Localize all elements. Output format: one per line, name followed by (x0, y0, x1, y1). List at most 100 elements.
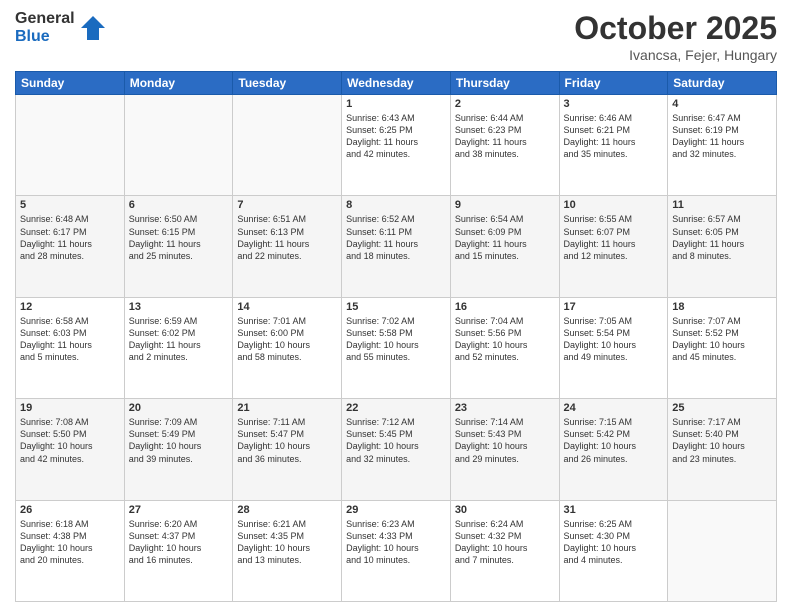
header: General Blue October 2025 Ivancsa, Fejer… (15, 10, 777, 63)
day-info: Sunrise: 6:20 AM Sunset: 4:37 PM Dayligh… (129, 518, 229, 567)
calendar-cell: 16 Sunrise: 7:04 AM Sunset: 5:56 PM Dayli… (450, 297, 559, 398)
day-number: 10 (564, 199, 664, 211)
day-number: 6 (129, 199, 229, 211)
calendar-cell: 1 Sunrise: 6:43 AM Sunset: 6:25 PM Daylig… (342, 95, 451, 196)
day-number: 19 (20, 402, 120, 414)
day-number: 9 (455, 199, 555, 211)
day-info: Sunrise: 7:12 AM Sunset: 5:45 PM Dayligh… (346, 416, 446, 465)
day-info: Sunrise: 7:15 AM Sunset: 5:42 PM Dayligh… (564, 416, 664, 465)
day-info: Sunrise: 6:46 AM Sunset: 6:21 PM Dayligh… (564, 112, 664, 161)
day-number: 29 (346, 504, 446, 516)
day-number: 30 (455, 504, 555, 516)
calendar-cell: 6Sunrise: 6:50 AM Sunset: 6:15 PM Daylig… (124, 196, 233, 297)
day-number: 1 (346, 98, 446, 110)
day-info: Sunrise: 7:09 AM Sunset: 5:49 PM Dayligh… (129, 416, 229, 465)
day-number: 27 (129, 504, 229, 516)
calendar-cell: 2Sunrise: 6:44 AM Sunset: 6:23 PM Daylig… (450, 95, 559, 196)
calendar-cell: 10 Sunrise: 6:55 AM Sunset: 6:07 PM Dayli… (559, 196, 668, 297)
calendar-cell: 13Sunrise: 6:59 AM Sunset: 6:02 PM Dayli… (124, 297, 233, 398)
calendar-cell: 31 Sunrise: 6:25 AM Sunset: 4:30 PM Dayli… (559, 500, 668, 601)
day-number: 4 (672, 98, 772, 110)
calendar-cell: 17 Sunrise: 7:05 AM Sunset: 5:54 PM Dayli… (559, 297, 668, 398)
calendar-title: October 2025 (574, 10, 777, 47)
day-info: Sunrise: 6:47 AM Sunset: 6:19 PM Dayligh… (672, 112, 772, 161)
day-number: 3 (564, 98, 664, 110)
calendar-cell: 18 Sunrise: 7:07 AM Sunset: 5:52 PM Dayli… (668, 297, 777, 398)
calendar-cell: 19Sunrise: 7:08 AM Sunset: 5:50 PM Dayli… (16, 399, 125, 500)
day-info: Sunrise: 7:04 AM Sunset: 5:56 PM Dayligh… (455, 315, 555, 364)
day-info: Sunrise: 7:07 AM Sunset: 5:52 PM Dayligh… (672, 315, 772, 364)
day-info: Sunrise: 6:18 AM Sunset: 4:38 PM Dayligh… (20, 518, 120, 567)
logo-general-text: General (15, 10, 75, 28)
calendar-cell: 25Sunrise: 7:17 AM Sunset: 5:40 PM Dayli… (668, 399, 777, 500)
header-sunday: Sunday (16, 72, 125, 95)
calendar-week-row: 26 Sunrise: 6:18 AM Sunset: 4:38 PM Dayli… (16, 500, 777, 601)
day-info: Sunrise: 7:11 AM Sunset: 5:47 PM Dayligh… (237, 416, 337, 465)
calendar-cell: 24 Sunrise: 7:15 AM Sunset: 5:42 PM Dayli… (559, 399, 668, 500)
calendar-cell (233, 95, 342, 196)
calendar-cell: 11 Sunrise: 6:57 AM Sunset: 6:05 PM Dayli… (668, 196, 777, 297)
day-info: Sunrise: 6:44 AM Sunset: 6:23 PM Dayligh… (455, 112, 555, 161)
calendar-cell: 20 Sunrise: 7:09 AM Sunset: 5:49 PM Dayli… (124, 399, 233, 500)
calendar-cell: 21Sunrise: 7:11 AM Sunset: 5:47 PM Dayli… (233, 399, 342, 500)
calendar-subtitle: Ivancsa, Fejer, Hungary (574, 47, 777, 63)
day-number: 14 (237, 301, 337, 313)
day-number: 26 (20, 504, 120, 516)
day-number: 25 (672, 402, 772, 414)
day-info: Sunrise: 6:25 AM Sunset: 4:30 PM Dayligh… (564, 518, 664, 567)
day-info: Sunrise: 6:51 AM Sunset: 6:13 PM Dayligh… (237, 213, 337, 262)
day-info: Sunrise: 6:55 AM Sunset: 6:07 PM Dayligh… (564, 213, 664, 262)
calendar-week-row: 5 Sunrise: 6:48 AM Sunset: 6:17 PM Daylig… (16, 196, 777, 297)
day-info: Sunrise: 6:57 AM Sunset: 6:05 PM Dayligh… (672, 213, 772, 262)
calendar-cell: 8Sunrise: 6:52 AM Sunset: 6:11 PM Daylig… (342, 196, 451, 297)
calendar-cell: 22 Sunrise: 7:12 AM Sunset: 5:45 PM Dayli… (342, 399, 451, 500)
day-number: 28 (237, 504, 337, 516)
day-info: Sunrise: 7:05 AM Sunset: 5:54 PM Dayligh… (564, 315, 664, 364)
calendar-cell: 15Sunrise: 7:02 AM Sunset: 5:58 PM Dayli… (342, 297, 451, 398)
day-number: 23 (455, 402, 555, 414)
weekday-header-row: Sunday Monday Tuesday Wednesday Thursday… (16, 72, 777, 95)
calendar-cell: 7 Sunrise: 6:51 AM Sunset: 6:13 PM Daylig… (233, 196, 342, 297)
calendar-week-row: 12 Sunrise: 6:58 AM Sunset: 6:03 PM Dayli… (16, 297, 777, 398)
day-info: Sunrise: 6:24 AM Sunset: 4:32 PM Dayligh… (455, 518, 555, 567)
day-number: 20 (129, 402, 229, 414)
calendar-page: General Blue October 2025 Ivancsa, Fejer… (0, 0, 792, 612)
header-friday: Friday (559, 72, 668, 95)
logo: General Blue (15, 10, 107, 45)
calendar-cell: 26 Sunrise: 6:18 AM Sunset: 4:38 PM Dayli… (16, 500, 125, 601)
day-number: 24 (564, 402, 664, 414)
calendar-cell (124, 95, 233, 196)
calendar-cell: 29 Sunrise: 6:23 AM Sunset: 4:33 PM Dayli… (342, 500, 451, 601)
title-section: October 2025 Ivancsa, Fejer, Hungary (574, 10, 777, 63)
calendar-cell: 27 Sunrise: 6:20 AM Sunset: 4:37 PM Dayli… (124, 500, 233, 601)
day-info: Sunrise: 6:43 AM Sunset: 6:25 PM Dayligh… (346, 112, 446, 161)
calendar-cell: 4 Sunrise: 6:47 AM Sunset: 6:19 PM Daylig… (668, 95, 777, 196)
calendar-cell: 9 Sunrise: 6:54 AM Sunset: 6:09 PM Daylig… (450, 196, 559, 297)
day-number: 16 (455, 301, 555, 313)
day-number: 15 (346, 301, 446, 313)
day-number: 22 (346, 402, 446, 414)
day-number: 17 (564, 301, 664, 313)
calendar-cell: 3 Sunrise: 6:46 AM Sunset: 6:21 PM Daylig… (559, 95, 668, 196)
calendar-cell: 28Sunrise: 6:21 AM Sunset: 4:35 PM Dayli… (233, 500, 342, 601)
day-number: 18 (672, 301, 772, 313)
day-info: Sunrise: 6:59 AM Sunset: 6:02 PM Dayligh… (129, 315, 229, 364)
header-saturday: Saturday (668, 72, 777, 95)
logo-icon (79, 14, 107, 42)
day-number: 7 (237, 199, 337, 211)
day-info: Sunrise: 6:58 AM Sunset: 6:03 PM Dayligh… (20, 315, 120, 364)
day-number: 12 (20, 301, 120, 313)
header-tuesday: Tuesday (233, 72, 342, 95)
day-number: 5 (20, 199, 120, 211)
day-info: Sunrise: 7:01 AM Sunset: 6:00 PM Dayligh… (237, 315, 337, 364)
day-info: Sunrise: 6:23 AM Sunset: 4:33 PM Dayligh… (346, 518, 446, 567)
day-info: Sunrise: 6:48 AM Sunset: 6:17 PM Dayligh… (20, 213, 120, 262)
day-info: Sunrise: 6:54 AM Sunset: 6:09 PM Dayligh… (455, 213, 555, 262)
day-number: 31 (564, 504, 664, 516)
calendar-week-row: 1 Sunrise: 6:43 AM Sunset: 6:25 PM Daylig… (16, 95, 777, 196)
day-number: 11 (672, 199, 772, 211)
calendar-cell: 12 Sunrise: 6:58 AM Sunset: 6:03 PM Dayli… (16, 297, 125, 398)
day-number: 8 (346, 199, 446, 211)
calendar-cell: 5 Sunrise: 6:48 AM Sunset: 6:17 PM Daylig… (16, 196, 125, 297)
calendar-table: Sunday Monday Tuesday Wednesday Thursday… (15, 71, 777, 602)
